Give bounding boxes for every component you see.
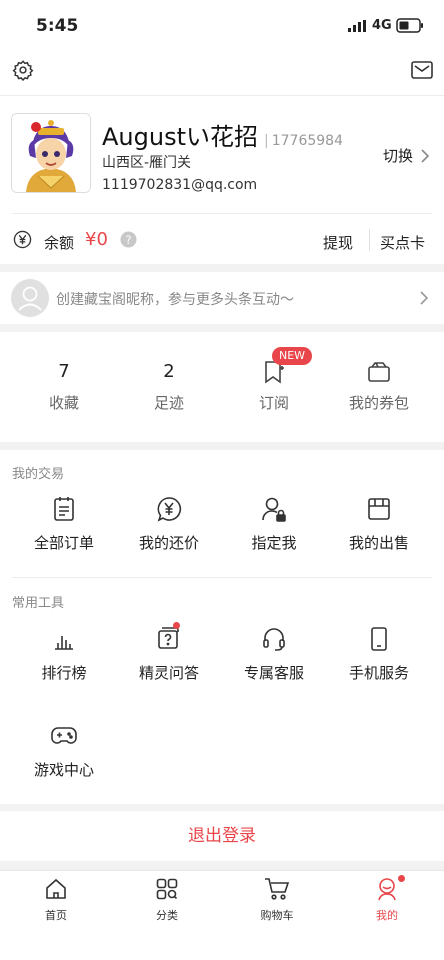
balance-amount: ¥0 <box>85 229 108 250</box>
id-divider: | <box>264 133 269 149</box>
stat-value: 7 <box>58 361 70 382</box>
buy-card-button[interactable]: 买点卡 <box>380 232 425 253</box>
grid-label: 手机服务 <box>348 664 409 682</box>
chevron-right-icon <box>420 291 428 305</box>
qa-icon <box>119 626 219 652</box>
stat-value: 2 <box>163 361 175 382</box>
ranking-icon <box>14 626 114 652</box>
stat-subscriptions[interactable]: 订阅 <box>224 358 324 413</box>
game-center-button[interactable]: 游戏中心 <box>14 725 114 780</box>
tab-label: 分类 <box>156 909 178 922</box>
default-avatar-icon <box>11 279 49 317</box>
home-icon <box>6 877 106 901</box>
yen-circle-icon <box>13 230 32 249</box>
tools-title: 常用工具 <box>12 596 65 611</box>
tab-cart[interactable]: 购物车 <box>227 877 327 923</box>
nickname-prompt-row[interactable]: 创建藏宝阁昵称，参与更多头条互动～ <box>0 272 444 324</box>
tab-label: 首页 <box>45 909 67 922</box>
stat-footprints[interactable]: 2 足迹 <box>119 358 219 413</box>
withdraw-button[interactable]: 提现 <box>323 232 353 253</box>
grid-label: 排行榜 <box>41 664 87 682</box>
grid-label: 指定我 <box>251 534 297 552</box>
stat-favorites[interactable]: 7 收藏 <box>14 358 114 413</box>
balance-divider <box>369 229 370 251</box>
profile-icon <box>337 877 437 901</box>
stat-label: 收藏 <box>48 394 79 412</box>
spirit-qa-button[interactable]: 精灵问答 <box>119 626 219 683</box>
battery-icon <box>396 18 424 33</box>
nickname-prompt-text: 创建藏宝阁昵称，参与更多头条互动～ <box>56 292 294 308</box>
profile-email: 1119702831@qq.com <box>102 177 258 193</box>
switch-account-button[interactable]: 切换 <box>383 145 430 166</box>
grid-label: 专属客服 <box>243 664 304 682</box>
help-question-icon[interactable]: ? <box>120 231 137 248</box>
switch-label: 切换 <box>383 147 414 165</box>
grid-label: 我的还价 <box>138 534 199 552</box>
profile-location: 山西区-雁门关 <box>102 155 192 171</box>
grid-label: 精灵问答 <box>138 664 199 682</box>
user-lock-icon <box>224 496 324 522</box>
svg-text:?: ? <box>125 233 131 247</box>
tab-label: 我的 <box>376 909 398 922</box>
grid-label: 我的出售 <box>348 534 409 552</box>
stat-label: 足迹 <box>153 394 184 412</box>
ranking-button[interactable]: 排行榜 <box>14 626 114 683</box>
phone-service-button[interactable]: 手机服务 <box>329 626 429 683</box>
category-icon <box>117 877 217 901</box>
logout-button[interactable]: 退出登录 <box>0 811 444 861</box>
stats-section: 7 收藏 2 足迹 订阅 NEW 我的券包 <box>0 332 444 442</box>
profile-user-id: 17765984 <box>271 133 343 149</box>
yen-bubble-icon <box>119 496 219 522</box>
balance-label: 余额 <box>44 234 75 252</box>
new-badge: NEW <box>272 347 313 365</box>
signal-icon <box>348 20 368 32</box>
top-area: 5:45 4G <box>0 0 444 96</box>
profile-name: Augustい花招 <box>102 123 258 151</box>
grid-label: 全部订单 <box>33 534 94 552</box>
grid-label: 游戏中心 <box>33 761 94 779</box>
features-section: 我的交易 全部订单 我的还价 指定我 我的出售 常用工具 排行榜 精灵问答 专属… <box>0 450 444 804</box>
headset-icon <box>224 626 324 652</box>
status-time: 5:45 <box>36 16 79 36</box>
settings-gear-icon[interactable] <box>12 59 34 81</box>
tab-home[interactable]: 首页 <box>6 877 106 923</box>
tab-bar: 首页 分类 购物车 我的 <box>0 870 444 960</box>
gamepad-icon <box>14 725 114 747</box>
section-divider <box>12 577 432 578</box>
network-label: 4G <box>372 18 392 33</box>
tab-category[interactable]: 分类 <box>117 877 217 923</box>
avatar[interactable] <box>11 113 91 193</box>
profile-card: Augustい花招 | 17765984 山西区-雁门关 1119702831@… <box>0 96 444 264</box>
notification-dot <box>398 875 405 882</box>
message-mail-icon[interactable] <box>411 61 433 79</box>
phone-icon <box>329 626 429 652</box>
all-orders-button[interactable]: 全部订单 <box>14 496 114 553</box>
wallet-icon <box>329 358 429 386</box>
notification-dot <box>173 622 180 629</box>
transactions-title: 我的交易 <box>12 467 65 482</box>
cart-icon <box>227 877 327 901</box>
my-sales-button[interactable]: 我的出售 <box>329 496 429 553</box>
stat-coupon-wallet[interactable]: 我的券包 <box>329 358 429 413</box>
stat-label: 订阅 <box>258 394 289 412</box>
tab-label: 购物车 <box>260 909 294 922</box>
chevron-right-icon <box>421 148 430 163</box>
tab-mine[interactable]: 我的 <box>337 877 437 923</box>
logout-label: 退出登录 <box>188 826 256 846</box>
customer-service-button[interactable]: 专属客服 <box>224 626 324 683</box>
stat-label: 我的券包 <box>348 394 409 412</box>
profile-divider <box>12 213 432 214</box>
shop-icon <box>329 496 429 522</box>
order-icon <box>14 496 114 522</box>
my-counteroffer-button[interactable]: 我的还价 <box>119 496 219 553</box>
assigned-to-me-button[interactable]: 指定我 <box>224 496 324 553</box>
